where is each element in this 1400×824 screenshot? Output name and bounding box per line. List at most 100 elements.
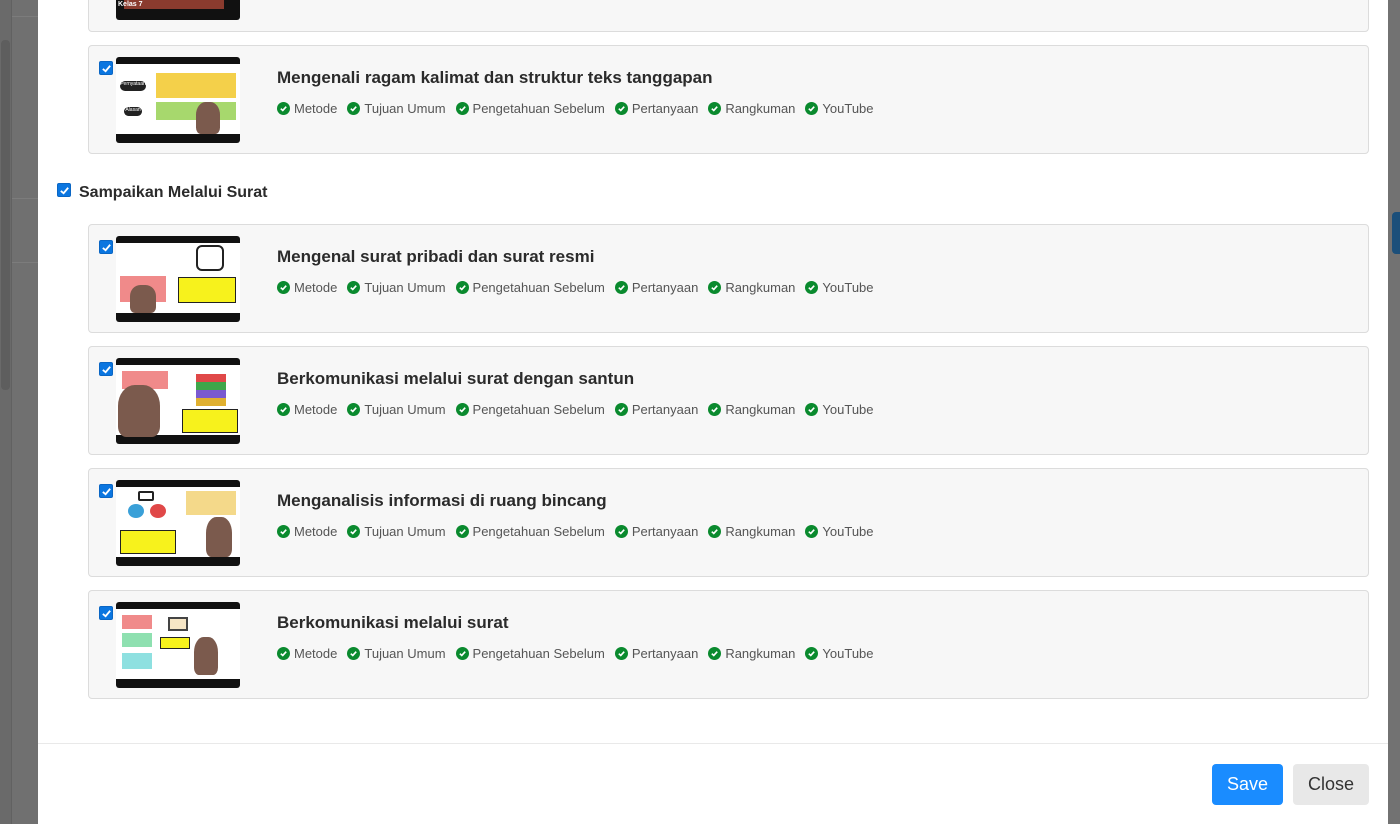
lesson-thumbnail xyxy=(116,602,240,688)
modal-footer: Save Close xyxy=(38,743,1388,824)
feature-tag: YouTube xyxy=(805,646,874,661)
lesson-card: Berkomunikasi melalui surat dengan santu… xyxy=(88,346,1369,455)
background-divider xyxy=(12,262,38,263)
check-circle-icon xyxy=(347,403,361,416)
feature-tag: Metode xyxy=(277,646,337,661)
feature-tag: Pertanyaan xyxy=(614,524,699,539)
background-divider xyxy=(12,16,38,17)
lesson-checkbox[interactable] xyxy=(99,61,113,75)
check-circle-icon xyxy=(277,281,290,294)
feature-tag: Pertanyaan xyxy=(614,402,699,417)
lesson-title: Menganalisis informasi di ruang bincang xyxy=(277,491,607,510)
lesson-card: Pernyataan Alasan Mengenali ragam kalima… xyxy=(88,45,1369,154)
thumbnail-caption: Alasan xyxy=(124,107,142,116)
lesson-card: Mengenal surat pribadi dan surat resmi M… xyxy=(88,224,1369,333)
feature-tag: Pengetahuan Sebelum xyxy=(455,280,605,295)
feature-tag: YouTube xyxy=(805,524,874,539)
feature-label: Rangkuman xyxy=(725,646,796,661)
check-circle-icon xyxy=(347,102,361,115)
check-circle-icon xyxy=(455,281,469,294)
feature-tag: Rangkuman xyxy=(708,646,795,661)
feature-label: Metode xyxy=(294,280,338,295)
feature-tag: Metode xyxy=(277,280,337,295)
feature-label: Pengetahuan Sebelum xyxy=(472,646,605,661)
feature-tag: Tujuan Umum xyxy=(347,524,446,539)
lesson-thumbnail: Pernyataan Alasan xyxy=(116,57,240,143)
feature-label: YouTube xyxy=(822,101,874,116)
feature-tag: YouTube xyxy=(805,101,874,116)
check-circle-icon xyxy=(455,525,469,538)
feature-label: Metode xyxy=(294,402,338,417)
feature-tag: Pengetahuan Sebelum xyxy=(455,646,605,661)
feature-tag: Pengetahuan Sebelum xyxy=(455,101,605,116)
lesson-card: Menganalisis informasi di ruang bincang … xyxy=(88,468,1369,577)
lesson-thumbnail xyxy=(116,236,240,322)
check-circle-icon xyxy=(614,647,628,660)
check-circle-icon xyxy=(277,525,290,538)
feature-tag: Rangkuman xyxy=(708,280,795,295)
feature-label: Metode xyxy=(294,101,338,116)
lesson-thumbnail: Kelas 7 xyxy=(116,0,240,20)
feature-label: Rangkuman xyxy=(725,280,796,295)
lesson-features: Metode Tujuan Umum Pengetahuan Sebelum P… xyxy=(277,101,874,116)
feature-tag: Pengetahuan Sebelum xyxy=(455,402,605,417)
lesson-title: Mengenali ragam kalimat dan struktur tek… xyxy=(277,68,713,87)
close-button[interactable]: Close xyxy=(1293,764,1369,805)
feature-tag: YouTube xyxy=(805,280,874,295)
check-circle-icon xyxy=(455,102,469,115)
lesson-checkbox[interactable] xyxy=(99,240,113,254)
modal-body[interactable]: Kelas 7 Pernyataan Alasan Mengenali raga… xyxy=(38,0,1388,743)
check-circle-icon xyxy=(455,647,469,660)
check-circle-icon xyxy=(805,281,819,294)
feature-label: Pertanyaan xyxy=(631,646,699,661)
background-scrollbar xyxy=(1,40,10,390)
check-circle-icon xyxy=(614,525,628,538)
feature-tag: Pertanyaan xyxy=(614,646,699,661)
lesson-features: Metode Tujuan Umum Pengetahuan Sebelum P… xyxy=(277,524,874,539)
feature-label: YouTube xyxy=(822,280,874,295)
lesson-checkbox[interactable] xyxy=(99,606,113,620)
feature-label: Pertanyaan xyxy=(631,101,699,116)
feature-label: Tujuan Umum xyxy=(364,101,446,116)
feature-tag: Tujuan Umum xyxy=(347,646,446,661)
feature-label: Rangkuman xyxy=(725,402,796,417)
section-checkbox[interactable] xyxy=(57,183,71,197)
check-circle-icon xyxy=(347,647,361,660)
lesson-title: Berkomunikasi melalui surat dengan santu… xyxy=(277,369,635,388)
feature-tag: Rangkuman xyxy=(708,524,795,539)
check-circle-icon xyxy=(277,647,290,660)
feature-label: Rangkuman xyxy=(725,101,796,116)
feature-tag: Pertanyaan xyxy=(614,101,699,116)
background-button xyxy=(1392,212,1400,254)
check-circle-icon xyxy=(277,403,290,416)
save-button[interactable]: Save xyxy=(1212,764,1283,805)
check-circle-icon xyxy=(708,102,722,115)
lesson-title: Mengenal surat pribadi dan surat resmi xyxy=(277,247,595,266)
lesson-thumbnail xyxy=(116,358,240,444)
feature-tag: Tujuan Umum xyxy=(347,280,446,295)
lesson-card: Berkomunikasi melalui surat Metode Tujua… xyxy=(88,590,1369,699)
feature-label: Pengetahuan Sebelum xyxy=(472,101,605,116)
feature-tag: Pengetahuan Sebelum xyxy=(455,524,605,539)
feature-tag: YouTube xyxy=(805,402,874,417)
feature-label: Pertanyaan xyxy=(631,524,699,539)
check-circle-icon xyxy=(805,647,819,660)
feature-label: Pengetahuan Sebelum xyxy=(472,402,605,417)
feature-tag: Metode xyxy=(277,402,337,417)
feature-tag: Tujuan Umum xyxy=(347,101,446,116)
lesson-checkbox[interactable] xyxy=(99,484,113,498)
check-circle-icon xyxy=(708,403,722,416)
feature-label: Metode xyxy=(294,646,338,661)
check-circle-icon xyxy=(708,281,722,294)
lesson-checkbox[interactable] xyxy=(99,362,113,376)
feature-label: Tujuan Umum xyxy=(364,280,446,295)
feature-label: Pertanyaan xyxy=(631,402,699,417)
check-circle-icon xyxy=(805,102,819,115)
check-circle-icon xyxy=(805,525,819,538)
lesson-features: Metode Tujuan Umum Pengetahuan Sebelum P… xyxy=(277,402,874,417)
feature-label: Pengetahuan Sebelum xyxy=(472,280,605,295)
check-circle-icon xyxy=(614,403,628,416)
background-right-panel xyxy=(1388,0,1400,824)
feature-label: Pertanyaan xyxy=(631,280,699,295)
feature-label: Tujuan Umum xyxy=(364,646,446,661)
